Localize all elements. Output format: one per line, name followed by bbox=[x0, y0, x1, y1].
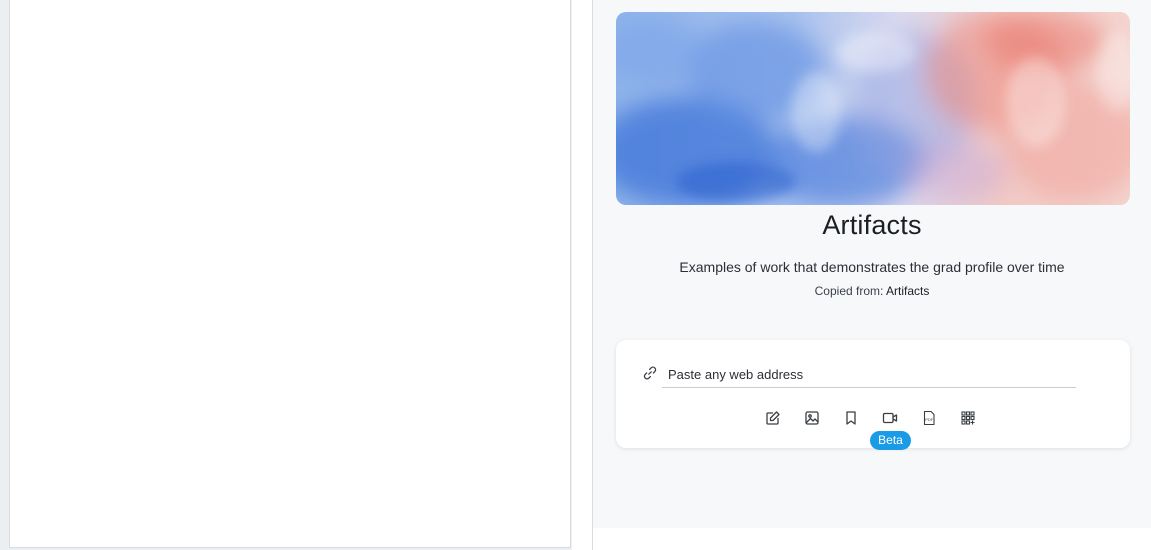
bookmark-icon[interactable] bbox=[841, 408, 861, 428]
url-input[interactable] bbox=[662, 362, 1076, 388]
beta-badge: Beta bbox=[870, 431, 911, 450]
left-panel bbox=[9, 0, 571, 548]
artifact-description: Examples of work that demonstrates the g… bbox=[679, 259, 1065, 275]
add-item-toolbar: PDF bbox=[616, 408, 1130, 428]
image-icon[interactable] bbox=[802, 408, 822, 428]
panel-gutter bbox=[572, 0, 592, 550]
link-icon bbox=[642, 365, 658, 381]
add-item-card: PDF Beta bbox=[616, 340, 1130, 450]
copied-from-line: Copied from: Artifacts bbox=[593, 284, 1151, 298]
pdf-icon[interactable]: PDF bbox=[919, 408, 939, 428]
qr-code-icon[interactable] bbox=[958, 408, 978, 428]
copied-from-label: Copied from: bbox=[814, 284, 884, 298]
edit-icon[interactable] bbox=[763, 408, 783, 428]
copied-from-link[interactable]: Artifacts bbox=[886, 284, 929, 298]
video-icon[interactable] bbox=[880, 408, 900, 428]
artifact-title: Artifacts bbox=[822, 210, 922, 240]
panel-footer-strip bbox=[593, 528, 1151, 550]
svg-text:PDF: PDF bbox=[925, 417, 934, 422]
artifact-panel: Artifacts Examples of work that demonstr… bbox=[593, 0, 1151, 528]
cover-image bbox=[616, 12, 1130, 205]
